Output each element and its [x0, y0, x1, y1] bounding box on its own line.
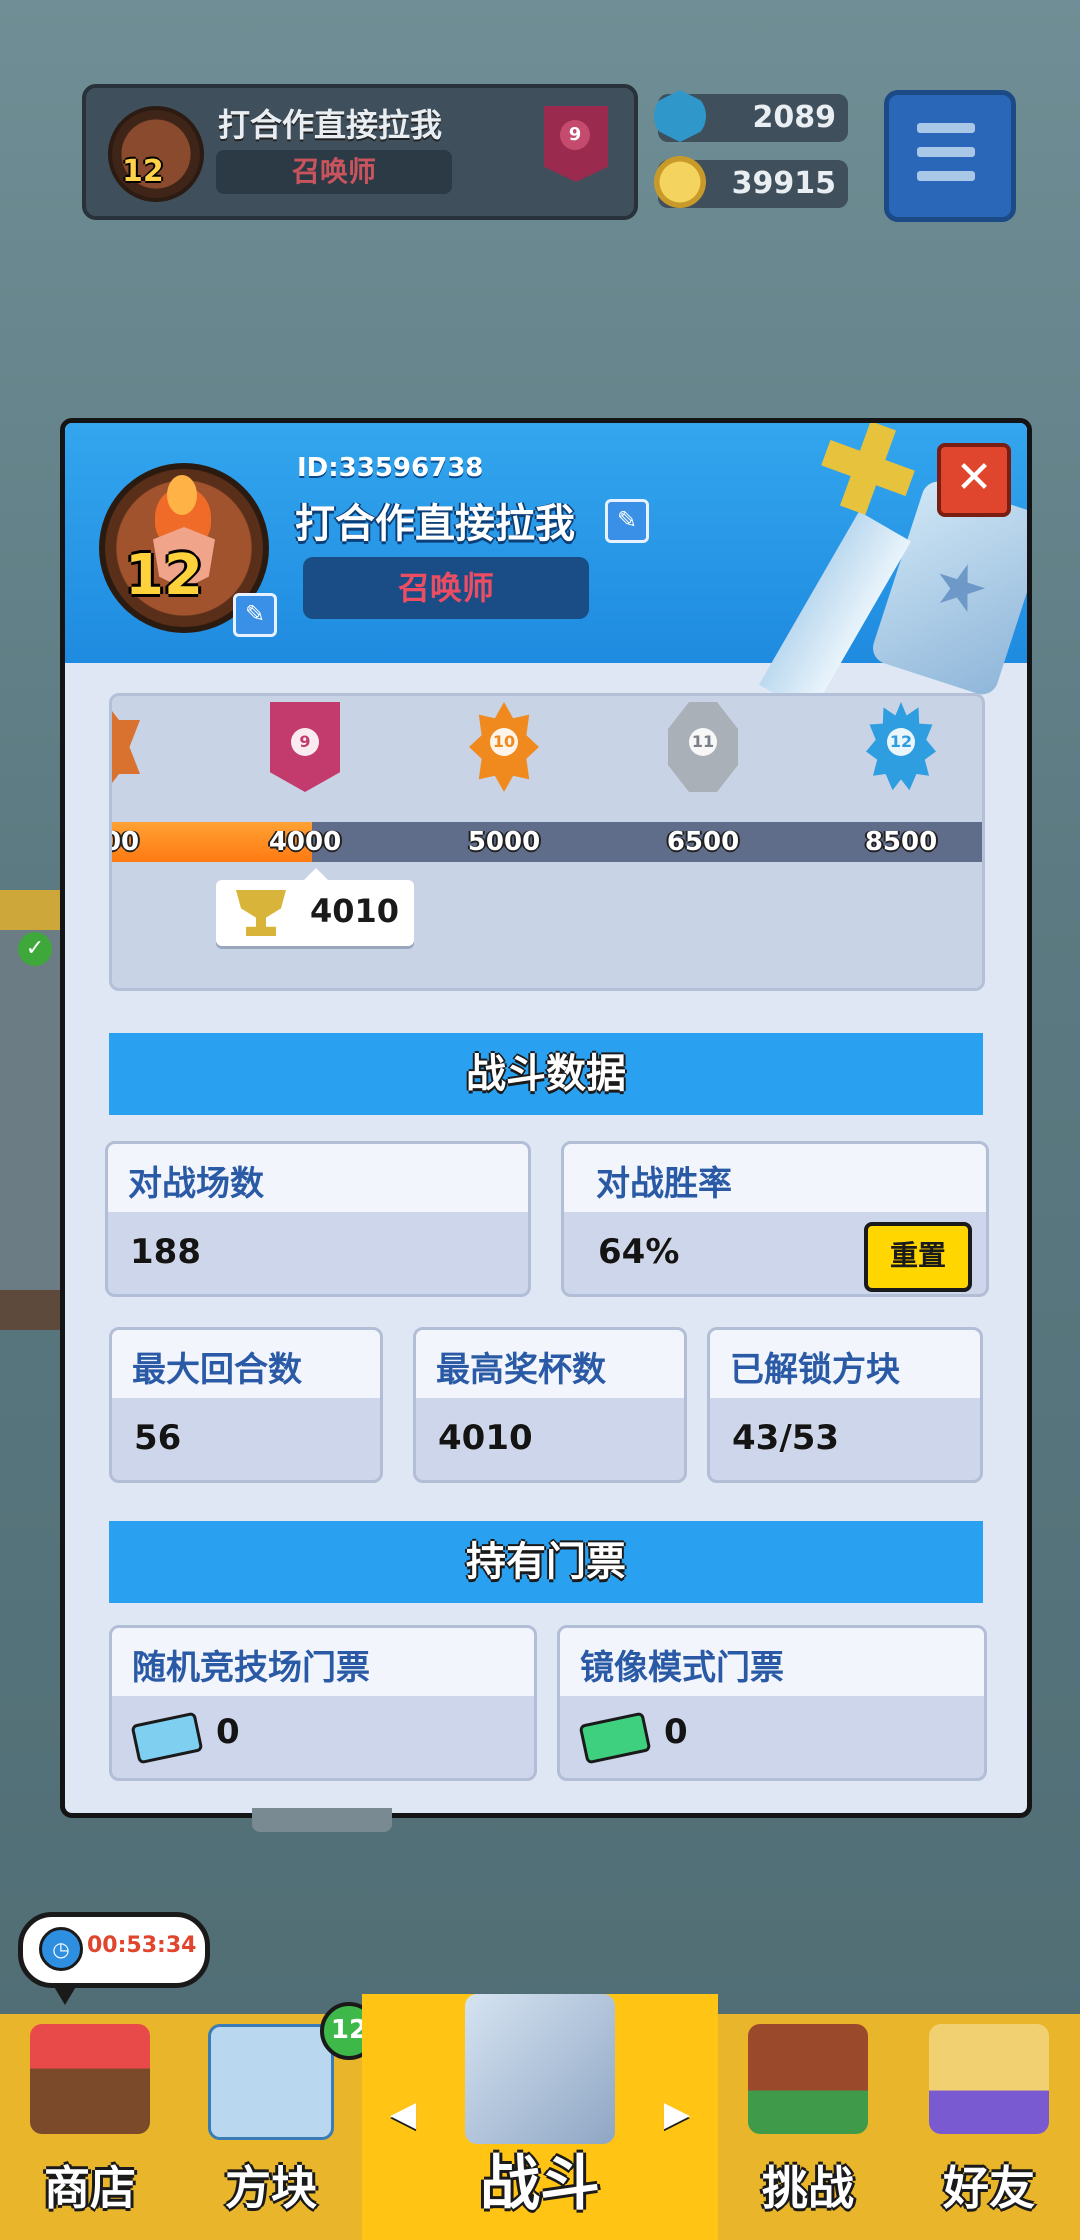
friends-icon [929, 2024, 1049, 2134]
profile-name: 打合作直接拉我 [295, 501, 575, 547]
menu-icon-line [917, 171, 975, 181]
stat-value: 64% [598, 1232, 680, 1272]
rank-badge-number: 10 [490, 728, 518, 756]
edit-avatar-button[interactable]: ✎ [233, 593, 277, 637]
stat-label: 对战胜率 [596, 1164, 732, 1204]
nav-battle[interactable]: ◀ ▶ 战斗 [362, 1994, 718, 2240]
player-header-card[interactable]: 12 打合作直接拉我 召唤师 9 [82, 84, 638, 220]
ticket-card-mirror-mode: 镜像模式门票 0 [557, 1625, 987, 1781]
player-name-header: 打合作直接拉我 [218, 106, 443, 144]
nav-challenge[interactable]: 挑战 [718, 2014, 898, 2240]
coin-counter[interactable]: 39915 [654, 156, 848, 208]
stat-value: 43/53 [732, 1418, 840, 1458]
rank-badge-11-icon: 11 [668, 702, 738, 792]
side-panel-bottom [0, 1290, 60, 1330]
stat-label: 最高奖杯数 [436, 1350, 606, 1390]
profile-title[interactable]: 召唤师 [303, 557, 589, 619]
player-avatar-small: 12 [108, 106, 204, 202]
clock-icon: ◷ [39, 1927, 83, 1971]
player-level-small: 12 [122, 154, 164, 189]
event-timer-bubble[interactable]: ◷ 00:53:34 [18, 1912, 210, 2005]
player-title-header: 召唤师 [216, 150, 452, 194]
flame-highlight [167, 475, 197, 515]
stat-card-unlocked-blocks: 已解锁方块 43/53 [707, 1327, 983, 1483]
nav-label: 战斗 [480, 2149, 600, 2219]
rank-ribbon-icon: 9 [544, 106, 608, 182]
coin-icon [654, 156, 706, 208]
nav-label: 好友 [943, 2161, 1035, 2215]
menu-icon-line [917, 147, 975, 157]
close-button[interactable]: ✕ [937, 443, 1011, 517]
nav-label: 商店 [44, 2161, 136, 2215]
rank-badge-number: 12 [887, 728, 915, 756]
battle-stats-heading: 战斗数据 [109, 1033, 983, 1115]
arrow-right-icon[interactable]: ▶ [664, 2094, 690, 2134]
rank-badge-10-icon: 10 [469, 702, 539, 792]
player-id: ID:33596738 [297, 453, 484, 483]
profile-modal: 12 ✎ ID:33596738 打合作直接拉我 ✎ 召唤师 ✕ 9 10 11… [60, 418, 1032, 1818]
current-trophies: 4010 [310, 892, 400, 930]
stat-value: 4010 [438, 1418, 533, 1458]
rank-badge-9-icon: 9 [270, 702, 340, 792]
tick-label: 5000 [467, 827, 541, 857]
tickets-heading: 持有门票 [109, 1521, 983, 1603]
menu-icon-line [917, 123, 975, 133]
gem-value: 2089 [752, 100, 837, 135]
event-countdown: 00:53:34 [87, 1933, 197, 1958]
tick-label: 6500 [666, 827, 740, 857]
reset-button[interactable]: 重置 [864, 1222, 972, 1292]
sword-hilt [810, 418, 925, 526]
rank-badge-number: 9 [291, 728, 319, 756]
coin-value: 39915 [731, 166, 836, 201]
challenge-icon [748, 2024, 868, 2134]
check-icon: ✓ [18, 932, 52, 966]
stat-card-max-trophies: 最高奖杯数 4010 [413, 1327, 687, 1483]
menu-button[interactable] [884, 90, 1016, 222]
background-timer-fragment [252, 1808, 392, 1832]
nav-shop[interactable]: 商店 [0, 2014, 180, 2240]
stat-card-max-rounds: 最大回合数 56 [109, 1327, 383, 1483]
nav-label: 方块 [225, 2161, 317, 2215]
rank-badge-12-icon: 12 [866, 702, 936, 791]
tick-label: 000 [112, 827, 140, 857]
background-side-panel: ✓ [0, 890, 60, 1330]
shop-icon [30, 2024, 150, 2134]
stat-value: 188 [130, 1232, 201, 1272]
ticket-label: 镜像模式门票 [580, 1648, 784, 1688]
mirror-ticket-icon [578, 1711, 652, 1765]
ticket-card-random-arena: 随机竞技场门票 0 [109, 1625, 537, 1781]
nav-blocks[interactable]: 12 方块 [180, 2002, 378, 2240]
tick-label: 4000 [268, 827, 342, 857]
stat-card-win-rate: 对战胜率 64% 重置 [561, 1141, 989, 1297]
gem-icon [654, 90, 706, 142]
ticket-count: 0 [664, 1712, 688, 1752]
stat-value: 56 [134, 1418, 182, 1458]
battle-icon [465, 1994, 615, 2144]
edit-name-button[interactable]: ✎ [605, 499, 649, 543]
stat-label: 最大回合数 [132, 1350, 302, 1390]
blocks-icon [208, 2024, 334, 2140]
rank-number: 9 [560, 120, 590, 150]
tick-label: 8500 [864, 827, 938, 857]
arrow-left-icon[interactable]: ◀ [390, 2094, 416, 2134]
nav-label: 挑战 [762, 2161, 854, 2215]
star-icon [928, 556, 991, 619]
nav-friends[interactable]: 好友 [898, 2014, 1080, 2240]
ticket-count: 0 [216, 1712, 240, 1752]
stat-label: 已解锁方块 [730, 1350, 900, 1390]
bottom-navigation: 商店 12 方块 ◀ ▶ 战斗 挑战 好友 [0, 1994, 1080, 2240]
stat-label: 对战场数 [128, 1164, 264, 1204]
rank-badge-number: 11 [689, 728, 717, 756]
current-trophy-tag: 4010 [216, 868, 414, 946]
rank-badge-prev-icon [112, 702, 140, 792]
stat-card-total-battles: 对战场数 188 [105, 1141, 531, 1297]
trophy-road-panel[interactable]: 9 10 11 12 000 4000 5000 6500 8500 4010 [109, 693, 985, 991]
profile-level: 12 [125, 543, 203, 608]
ticket-label: 随机竞技场门票 [132, 1648, 370, 1688]
side-panel-label [0, 890, 60, 930]
trophy-icon [236, 890, 286, 936]
arena-ticket-icon [130, 1711, 204, 1765]
gem-counter[interactable]: 2089 [654, 90, 848, 142]
profile-header: 12 ✎ ID:33596738 打合作直接拉我 ✎ 召唤师 ✕ [65, 423, 1027, 715]
